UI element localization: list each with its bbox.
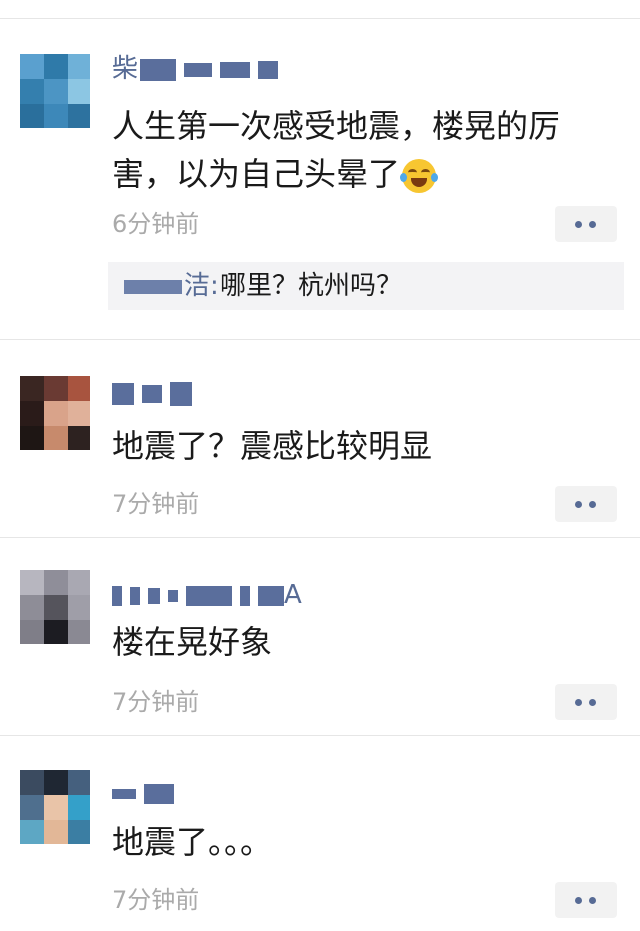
face-with-tears-of-joy-icon bbox=[400, 159, 439, 193]
blurred-name bbox=[140, 58, 177, 81]
blurred-name bbox=[240, 585, 250, 606]
more-actions-button[interactable] bbox=[555, 486, 617, 522]
blurred-name bbox=[184, 62, 213, 77]
more-actions-button[interactable] bbox=[555, 206, 617, 242]
blurred-name bbox=[186, 585, 232, 606]
blurred-name bbox=[112, 382, 134, 405]
dot-icon bbox=[575, 897, 582, 904]
comment-author[interactable]: 洁: bbox=[124, 270, 219, 302]
post-author-name[interactable]: A bbox=[112, 578, 302, 612]
blurred-name bbox=[142, 384, 162, 403]
avatar[interactable] bbox=[20, 54, 90, 128]
blurred-name bbox=[112, 585, 122, 606]
blurred-name bbox=[258, 60, 279, 79]
blurred-name bbox=[168, 589, 178, 602]
post-content: 楼在晃好象 bbox=[112, 623, 273, 661]
content-line: 人生第一次感受地震，楼晃的厉 bbox=[112, 107, 561, 145]
post-content: 地震了？震感比较明显 bbox=[112, 427, 433, 465]
post-time: 6分钟前 bbox=[112, 210, 200, 238]
post-3: A 楼在晃好象 7分钟前 bbox=[0, 538, 640, 736]
post-author-name[interactable] bbox=[112, 376, 200, 410]
blurred-name bbox=[144, 783, 174, 804]
comment-text: 哪里？杭州吗？ bbox=[220, 271, 403, 301]
blurred-name bbox=[258, 585, 284, 606]
blurred-name bbox=[170, 381, 192, 406]
post-4: 地震了。。。 7分钟前 bbox=[0, 736, 640, 931]
dot-icon bbox=[575, 221, 582, 228]
blurred-name bbox=[220, 61, 251, 78]
dot-icon bbox=[589, 699, 596, 706]
dot-icon bbox=[589, 897, 596, 904]
post-2: 地震了？震感比较明显 7分钟前 bbox=[0, 340, 640, 538]
dot-icon bbox=[589, 501, 596, 508]
content-line: 害，以为自己头晕了 bbox=[112, 150, 612, 198]
dot-icon bbox=[575, 699, 582, 706]
moments-feed: 柴 人生第一次感受地震，楼晃的厉 害，以为自己头晕了 6分钟前 洁: 哪里？杭州… bbox=[0, 0, 640, 931]
avatar[interactable] bbox=[20, 770, 90, 844]
dot-icon bbox=[575, 501, 582, 508]
post-time: 7分钟前 bbox=[112, 490, 200, 518]
post-author-name[interactable] bbox=[112, 776, 182, 810]
post-time: 7分钟前 bbox=[112, 886, 200, 914]
blurred-name bbox=[148, 587, 160, 604]
comment-box: 洁: 哪里？杭州吗？ bbox=[108, 262, 624, 310]
post-time: 7分钟前 bbox=[112, 688, 200, 716]
post-content: 人生第一次感受地震，楼晃的厉 害，以为自己头晕了 bbox=[112, 102, 612, 198]
avatar[interactable] bbox=[20, 570, 90, 644]
blurred-name bbox=[112, 788, 136, 799]
post-author-name[interactable]: 柴 bbox=[112, 52, 286, 86]
author-name-visible: 柴 bbox=[112, 54, 139, 84]
post-1: 柴 人生第一次感受地震，楼晃的厉 害，以为自己头晕了 6分钟前 洁: 哪里？杭州… bbox=[0, 0, 640, 340]
post-content: 地震了。。。 bbox=[112, 823, 273, 861]
more-actions-button[interactable] bbox=[555, 882, 617, 918]
blurred-name bbox=[124, 279, 182, 294]
avatar[interactable] bbox=[20, 376, 90, 450]
more-actions-button[interactable] bbox=[555, 684, 617, 720]
dot-icon bbox=[589, 221, 596, 228]
blurred-name bbox=[130, 586, 140, 605]
